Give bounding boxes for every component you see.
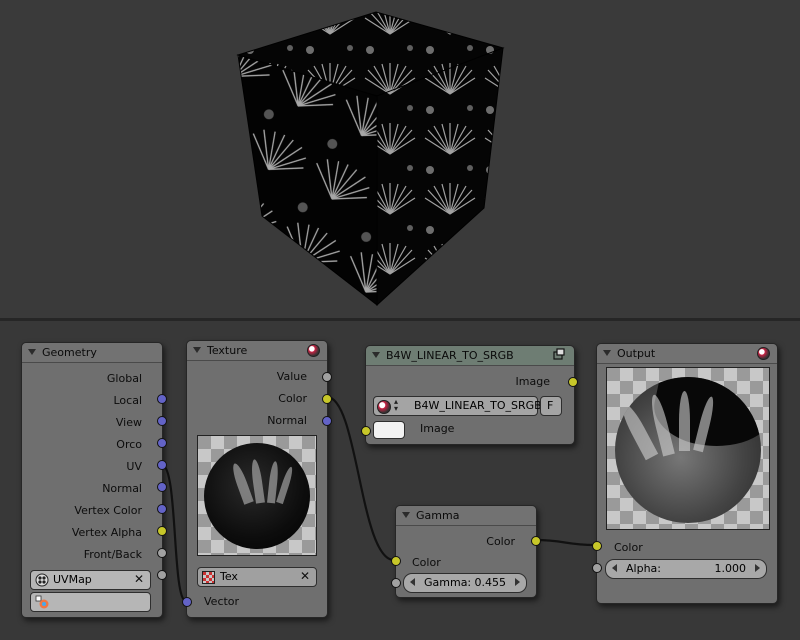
increment-arrow-icon[interactable] [755, 564, 760, 572]
node-title: Texture [207, 344, 248, 357]
clear-uv-map-icon[interactable]: ✕ [133, 573, 145, 585]
socket-vertex-alpha[interactable] [157, 548, 167, 558]
collapse-arrow-icon[interactable] [603, 350, 611, 356]
texture-icon [202, 571, 215, 584]
datablock-browse-arrows-icon[interactable]: ▴ ▾ [394, 398, 398, 413]
viewport-canvas [236, 11, 505, 307]
increment-arrow-icon[interactable] [515, 578, 520, 586]
image-color-swatch[interactable] [373, 421, 405, 439]
node-title: Geometry [42, 346, 97, 359]
input-label-vector: Vector [204, 595, 240, 608]
fake-user-label: F [547, 399, 554, 412]
gamma-label: Gamma: [424, 576, 472, 589]
uv-map-name: UVMap [53, 573, 92, 586]
output-label-vertex-color: Vertex Color [74, 504, 142, 517]
preview-sphere [204, 443, 310, 549]
gamma-slider[interactable]: Gamma: 0.455 [403, 573, 527, 593]
group-node-b4w-linear-to-srgb[interactable]: B4W_LINEAR_TO_SRGB Image ▴ ▾ B4W_LINEAR_T… [361, 345, 578, 445]
output-label-normal: Normal [267, 414, 307, 427]
socket-normal-out[interactable] [322, 416, 332, 426]
output-label-value: Value [276, 370, 307, 383]
vertex-color-icon [35, 595, 49, 609]
output-label-view: View [115, 416, 142, 429]
cube-left-face [237, 54, 378, 307]
output-label-local: Local [113, 394, 142, 407]
input-label-color: Color [614, 541, 643, 554]
node-title: B4W_LINEAR_TO_SRGB [386, 349, 514, 362]
group-datablock-icon [377, 400, 391, 414]
socket-color-out[interactable] [531, 536, 541, 546]
socket-uv[interactable] [157, 482, 167, 492]
texture-node-header[interactable]: Texture [187, 341, 327, 361]
socket-color-in[interactable] [391, 556, 401, 566]
output-node-header[interactable]: Output [597, 344, 777, 364]
alpha-slider[interactable]: Alpha: 1.000 [605, 559, 767, 579]
3d-viewport[interactable] [0, 0, 800, 318]
output-label-uv: UV [126, 460, 142, 473]
output-label-color: Color [486, 535, 515, 548]
socket-gamma-in[interactable] [391, 578, 401, 588]
texture-node[interactable]: Texture Value Color Normal Tex ✕ Vector [182, 340, 332, 618]
texture-datablock-field[interactable]: Tex ✕ [197, 567, 317, 587]
clear-texture-icon[interactable]: ✕ [299, 570, 311, 582]
gamma-node[interactable]: Gamma Color Color Gamma: 0.455 [391, 505, 541, 598]
socket-vector-in[interactable] [182, 597, 192, 607]
socket-image-out[interactable] [568, 377, 578, 387]
output-node[interactable]: Output Color Alpha: 1.000 [592, 343, 778, 604]
alpha-value: 1.000 [714, 562, 747, 575]
group-datablock-name: B4W_LINEAR_TO_SRGB [414, 399, 542, 412]
decrement-arrow-icon[interactable] [410, 578, 415, 586]
socket-orco[interactable] [157, 460, 167, 470]
geometry-node[interactable]: Geometry Global Local View Orco UV Norma… [21, 342, 167, 618]
socket-image-in[interactable] [361, 426, 371, 436]
socket-local[interactable] [157, 416, 167, 426]
fake-user-button[interactable]: F [540, 396, 562, 416]
output-label-normal: Normal [102, 482, 142, 495]
vertex-color-field[interactable] [30, 592, 151, 612]
geometry-node-header[interactable]: Geometry [22, 343, 162, 363]
output-label-vertex-alpha: Vertex Alpha [71, 526, 142, 539]
socket-global[interactable] [157, 394, 167, 404]
node-group-icon[interactable] [553, 348, 565, 360]
gamma-value: 0.455 [474, 576, 507, 589]
socket-value[interactable] [322, 372, 332, 382]
socket-front-back[interactable] [157, 570, 167, 580]
output-label-color: Color [278, 392, 307, 405]
socket-color-in[interactable] [592, 541, 602, 551]
node-title: Output [617, 347, 656, 360]
node-title: Gamma [416, 509, 460, 522]
group-datablock-field[interactable]: ▴ ▾ B4W_LINEAR_TO_SRGB [373, 396, 542, 416]
output-label-global: Global [106, 372, 142, 385]
texture-preview [197, 435, 317, 556]
collapse-arrow-icon[interactable] [28, 349, 36, 355]
socket-view[interactable] [157, 438, 167, 448]
collapse-arrow-icon[interactable] [402, 512, 410, 518]
alpha-label: Alpha: [626, 562, 661, 575]
output-label-front-back: Front/Back [83, 548, 142, 561]
socket-alpha-in[interactable] [592, 563, 602, 573]
input-label-image: Image [420, 422, 455, 435]
socket-color[interactable] [322, 394, 332, 404]
socket-vertex-color[interactable] [157, 526, 167, 536]
preview-toggle-icon[interactable] [307, 344, 320, 357]
uv-map-icon [35, 573, 49, 587]
output-label-orco: Orco [116, 438, 142, 451]
texture-name: Tex [220, 570, 238, 583]
gamma-node-header[interactable]: Gamma [396, 506, 536, 526]
uv-map-field[interactable]: UVMap ✕ [30, 570, 151, 590]
input-label-color: Color [412, 556, 441, 569]
preview-toggle-icon[interactable] [757, 347, 770, 360]
preview-sphere [615, 377, 761, 523]
collapse-arrow-icon[interactable] [372, 352, 380, 358]
socket-normal[interactable] [157, 504, 167, 514]
decrement-arrow-icon[interactable] [612, 564, 617, 572]
node-editor[interactable]: Geometry Global Local View Orco UV Norma… [0, 321, 800, 640]
output-label-image: Image [515, 375, 550, 388]
collapse-arrow-icon[interactable] [193, 347, 201, 353]
output-preview [606, 367, 770, 530]
group-node-header[interactable]: B4W_LINEAR_TO_SRGB [366, 346, 574, 366]
link-gamma-to-output [534, 538, 596, 547]
